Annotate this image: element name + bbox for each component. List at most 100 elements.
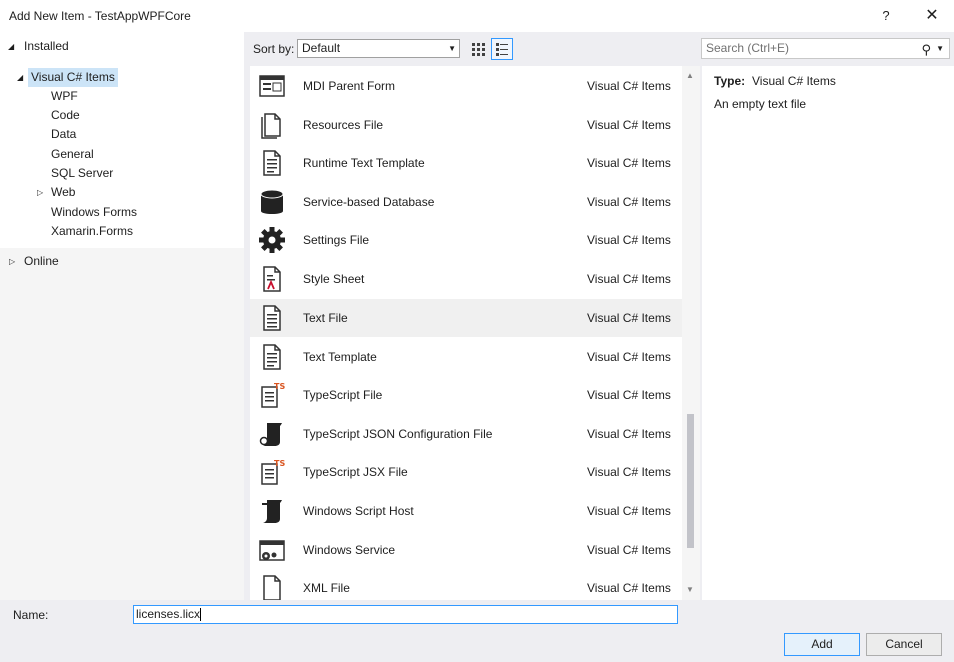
type-value: Visual C# Items [752,74,836,88]
item-category: Visual C# Items [587,543,671,557]
help-button[interactable]: ? [872,4,900,28]
tree-item-online[interactable]: Online [24,252,59,271]
list-view-button[interactable] [491,38,513,60]
scroll-down-icon[interactable]: ▼ [686,585,694,594]
script-icon [259,423,282,446]
list-item[interactable]: TS TypeScript JSX File Visual C# Items [250,453,682,491]
item-category: Visual C# Items [587,427,671,441]
sort-by-label: Sort by: [253,42,295,56]
tree-item-xamarin-forms[interactable]: Xamarin.Forms [51,222,133,241]
scroll-up-icon[interactable]: ▲ [686,71,694,80]
item-category: Visual C# Items [587,581,671,595]
small-icons-view-button[interactable] [467,38,489,60]
collapsed-arrow-icon[interactable]: ▷ [37,183,43,202]
list-item[interactable]: Settings File Visual C# Items [250,221,682,259]
expanded-arrow-icon[interactable]: ◢ [8,37,14,56]
item-category: Visual C# Items [587,504,671,518]
list-item[interactable]: Service-based Database Visual C# Items [250,183,682,221]
list-scrollbar[interactable]: ▲ ▼ [682,66,700,600]
chevron-down-icon: ▼ [448,44,456,53]
item-name: XML File [303,581,350,595]
item-category: Visual C# Items [587,272,671,286]
template-list: MDI Parent Form Visual C# Items Resource… [250,66,682,600]
item-category: Visual C# Items [587,195,671,209]
tree-item-code[interactable]: Code [51,106,80,125]
scrollbar-thumb[interactable] [687,414,694,548]
text-caret [200,608,202,622]
add-button[interactable]: Add [784,633,860,656]
typescript-file-icon: TS [261,382,285,408]
resources-file-icon [261,113,281,139]
search-icon[interactable]: ⚲ [921,40,931,59]
windows-service-icon [259,540,285,561]
search-input[interactable]: Search (Ctrl+E) ⚲ ▼ [701,38,950,59]
close-button[interactable]: ✕ [918,4,946,28]
item-name: Text Template [303,350,377,364]
typescript-file-icon: TS [261,459,285,485]
details-panel: Type: Visual C# Items An empty text file [702,66,954,600]
name-value: licenses.licx [136,607,201,621]
online-section: ▷ Online [0,248,244,600]
grid-view-icon [472,43,485,56]
style-sheet-icon [263,266,281,292]
item-name: Windows Script Host [303,504,414,518]
window-title: Add New Item - TestAppWPFCore [9,9,191,23]
list-item[interactable]: TypeScript JSON Configuration File Visua… [250,415,682,453]
text-template-icon [263,150,281,176]
database-icon [260,189,284,214]
search-placeholder: Search (Ctrl+E) [706,41,790,55]
list-item[interactable]: Text Template Visual C# Items [250,338,682,376]
cancel-button[interactable]: Cancel [866,633,942,656]
item-name: Settings File [303,233,370,247]
svg-text:TS: TS [274,459,285,468]
sort-by-value: Default [302,41,341,55]
tree-item-general[interactable]: General [51,145,94,164]
item-name: TypeScript JSON Configuration File [303,427,493,441]
collapsed-arrow-icon[interactable]: ▷ [9,252,15,271]
item-name: TypeScript JSX File [303,465,408,479]
item-category: Visual C# Items [587,156,671,170]
tree-item-wpf[interactable]: WPF [51,87,78,106]
gear-icon [259,227,285,253]
item-name: Style Sheet [303,272,365,286]
name-field[interactable]: licenses.licx [133,605,678,624]
item-category: Visual C# Items [587,311,671,325]
template-tree: ◢ Installed ◢ Visual C# Items WPF Code D… [0,32,244,248]
text-template-icon [263,344,281,370]
item-description: An empty text file [714,97,807,111]
item-category: Visual C# Items [587,118,671,132]
sort-by-select[interactable]: Default ▼ [297,39,460,58]
title-bar: Add New Item - TestAppWPFCore ? ✕ [0,0,954,32]
item-name: Windows Service [303,543,396,557]
list-item[interactable]: Style Sheet Visual C# Items [250,260,682,298]
list-item[interactable]: Windows Service Visual C# Items [250,531,682,569]
text-file-icon [263,305,281,331]
mdi-form-icon [259,75,285,97]
list-view-icon [496,43,508,56]
item-name: MDI Parent Form [303,79,396,93]
item-name: Text File [303,311,348,325]
tree-item-web[interactable]: Web [51,183,75,202]
list-item[interactable]: XML File Visual C# Items [250,569,682,600]
list-item[interactable]: MDI Parent Form Visual C# Items [250,67,682,105]
tree-item-sql-server[interactable]: SQL Server [51,164,113,183]
item-name: Resources File [303,118,384,132]
item-name: TypeScript File [303,388,383,402]
tree-item-installed[interactable]: Installed [24,37,69,56]
list-item-selected[interactable]: Text File Visual C# Items [250,299,682,337]
item-category: Visual C# Items [587,233,671,247]
list-item[interactable]: Windows Script Host Visual C# Items [250,492,682,530]
list-item[interactable]: Resources File Visual C# Items [250,106,682,144]
tree-item-windows-forms[interactable]: Windows Forms [51,203,137,222]
item-name: Runtime Text Template [303,156,425,170]
tree-item-data[interactable]: Data [51,125,76,144]
chevron-down-icon[interactable]: ▼ [936,39,944,58]
expanded-arrow-icon[interactable]: ◢ [17,68,23,87]
item-category: Visual C# Items [587,79,671,93]
list-item[interactable]: TS TypeScript File Visual C# Items [250,376,682,414]
list-item[interactable]: Runtime Text Template Visual C# Items [250,144,682,182]
item-name: Service-based Database [303,195,435,209]
type-label: Type: [714,74,746,88]
tree-item-visual-csharp[interactable]: Visual C# Items [28,68,118,87]
svg-text:TS: TS [274,382,285,391]
